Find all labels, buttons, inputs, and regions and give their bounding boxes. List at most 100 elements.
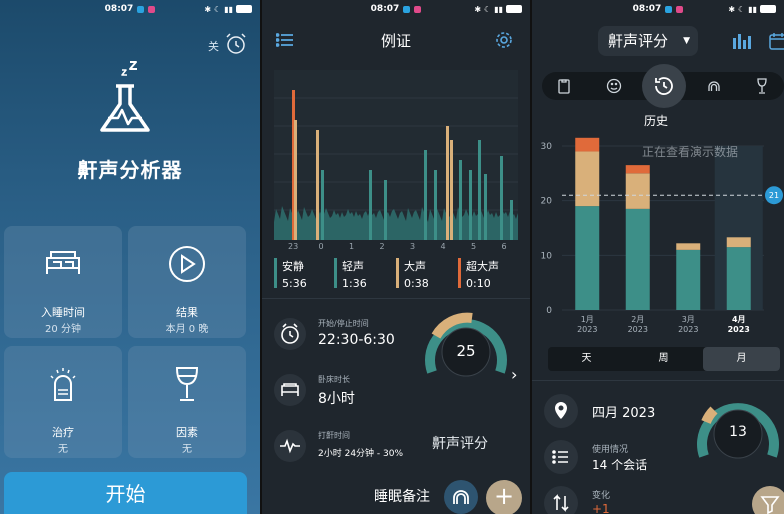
start-stop-row[interactable]: 开始/停止时间 22:30-6:30 <box>274 314 444 354</box>
clipboard-icon[interactable] <box>556 78 572 94</box>
wine-glass-icon[interactable] <box>754 78 770 94</box>
snore-spike <box>469 170 472 240</box>
status-time: 08:07 <box>370 4 400 14</box>
x-tick-label: 5 <box>471 242 477 251</box>
tab-week[interactable]: 周 <box>625 347 702 371</box>
gauge-score: 25 <box>456 342 476 360</box>
snore-score-gauge[interactable]: 13 <box>694 392 782 468</box>
sleep-notes-label: 睡眠备注 <box>374 489 430 505</box>
snore-spike <box>484 174 487 240</box>
bar-segment[interactable] <box>726 237 751 248</box>
x-tick-label: 6 <box>501 242 507 251</box>
app-notification-icon <box>414 5 422 13</box>
app-notification-icon <box>137 5 145 13</box>
snore-score-gauge[interactable]: 25 <box>422 310 510 384</box>
history-label: 历史 <box>644 114 669 128</box>
x-tick-label: 1月 <box>581 315 594 324</box>
snore-time-row[interactable]: 打鼾时间 2小时 24分钟 - 30% <box>274 426 444 466</box>
tile-sleep-onset[interactable]: 入睡时间 20 分钟 <box>4 226 122 338</box>
tab-month[interactable]: 月 <box>703 347 780 371</box>
bar-segment[interactable] <box>676 249 701 310</box>
legend-name: 轻声 <box>342 260 364 273</box>
bar-segment[interactable] <box>625 173 650 209</box>
legend-swatch <box>458 258 461 288</box>
row-label: 变化 <box>592 491 611 501</box>
legend-item-loud: 大声 0:38 <box>396 258 429 294</box>
snore-spike <box>446 126 449 240</box>
tab-day[interactable]: 天 <box>548 347 625 371</box>
chevron-right-icon[interactable]: › <box>511 365 517 384</box>
bed-icon <box>281 383 299 396</box>
smiley-icon[interactable] <box>606 78 622 94</box>
legend-item-light: 轻声 1:36 <box>334 258 367 294</box>
row-value: 四月 2023 <box>592 406 656 421</box>
demo-data-watermark: 正在查看演示数据 <box>642 144 738 159</box>
bar-segment[interactable] <box>676 243 701 250</box>
tile-factors[interactable]: 因素 无 <box>128 346 246 458</box>
up-down-arrows-icon <box>553 494 569 512</box>
snore-timeline-graph[interactable] <box>274 70 518 240</box>
arch-icon[interactable] <box>706 78 722 94</box>
calendar-icon[interactable] <box>768 32 784 50</box>
tile-treatment[interactable]: 治疗 无 <box>4 346 122 458</box>
legend-value: 5:36 <box>282 277 307 290</box>
bar-segment[interactable] <box>625 208 650 310</box>
period-tabs: 天 周 月 <box>548 347 780 371</box>
bar-segment[interactable] <box>575 151 600 207</box>
sleep-notes-button[interactable] <box>444 480 478 514</box>
battery-icon <box>506 5 522 13</box>
session-example-screen: 08:07 ✱ ☾ ▮▮ 例证 23 0 1 2 3 4 5 6 安静 5:36 轻声 1:3… <box>262 0 530 514</box>
filter-button[interactable] <box>752 486 784 514</box>
app-notification-icon <box>665 5 673 13</box>
row-icon-bg <box>544 440 578 474</box>
x-tick-label: 2月 <box>631 315 644 324</box>
period-row[interactable]: 四月 2023 <box>544 392 704 432</box>
snore-spike <box>500 156 503 240</box>
y-tick-label: 10 <box>541 251 553 261</box>
y-tick-label: 20 <box>541 197 553 207</box>
time-in-bed-row[interactable]: 卧床时长 8小时 <box>274 370 444 410</box>
monthly-bar-chart[interactable]: 01020301月20232月20233月20234月202321正在查看演示数… <box>532 130 784 350</box>
legend-name: 大声 <box>404 260 426 273</box>
bar-segment[interactable] <box>726 247 751 310</box>
bar-segment[interactable] <box>625 165 650 174</box>
bar-segment[interactable] <box>575 206 600 310</box>
snore-score-label: 鼾声评分 <box>432 436 488 452</box>
tile-results[interactable]: 结果 本月 0 晚 <box>128 226 246 338</box>
divider <box>262 298 530 299</box>
app-notification-icon <box>403 5 411 13</box>
legend-item-epic: 超大声 0:10 <box>458 258 499 294</box>
x-tick-label: 0 <box>318 242 324 251</box>
snore-spike <box>459 160 462 240</box>
bar-chart-icon[interactable] <box>732 32 752 50</box>
arch-icon <box>453 490 469 504</box>
x-tick-label: 23 <box>288 242 299 251</box>
bar-segment[interactable] <box>575 137 600 152</box>
snore-spike <box>510 200 513 240</box>
gear-icon[interactable] <box>494 30 514 50</box>
legend-item-quiet: 安静 5:36 <box>274 258 307 294</box>
history-tab-button[interactable] <box>642 64 686 108</box>
row-label: 开始/停止时间 <box>318 319 369 328</box>
legend-swatch <box>396 258 399 288</box>
legend-name: 安静 <box>282 260 304 273</box>
row-label: 打鼾时间 <box>318 431 350 440</box>
status-right-icons: ✱ ☾ ▮▮ <box>474 5 522 14</box>
tile-value: 20 分钟 <box>45 324 81 335</box>
page-title: 例证 <box>380 32 411 50</box>
metric-selector[interactable]: 鼾声评分 ▼ <box>598 26 698 56</box>
tile-label: 治疗 <box>52 426 74 439</box>
tile-value: 本月 0 晚 <box>165 324 209 335</box>
usage-row[interactable]: 使用情况 14 个会话 <box>544 438 704 478</box>
alarm-status-label: 关 <box>208 40 219 53</box>
alarm-clock-icon[interactable] <box>224 32 248 56</box>
row-icon-bg <box>544 486 578 514</box>
flask-logo-icon <box>100 61 150 132</box>
row-icon-bg <box>274 374 306 406</box>
change-row[interactable]: 变化 +1 <box>544 484 704 514</box>
add-button[interactable]: + <box>486 480 522 514</box>
x-tick-label: 2 <box>379 242 385 251</box>
row-value: 14 个会话 <box>592 458 648 472</box>
start-button[interactable]: 开始 <box>4 472 247 514</box>
signal-icon: ▮▮ <box>494 4 503 14</box>
